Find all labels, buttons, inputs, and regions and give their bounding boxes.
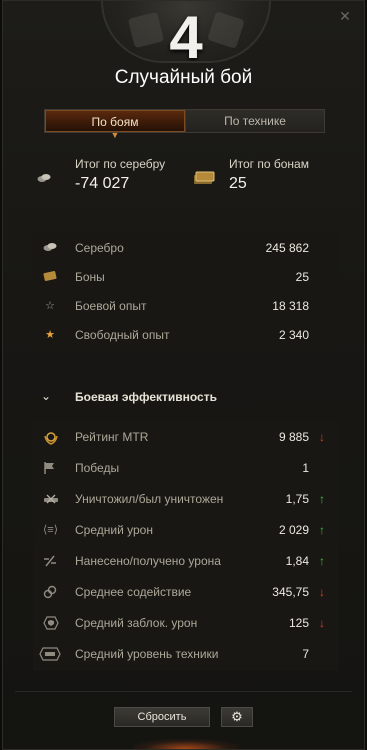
total-bonds-value: 25 [229,175,247,192]
trend-down-icon: ↓ [319,585,325,599]
list-item: Серебро 245 862 [33,239,339,257]
efficiency-value: 1,75 [285,492,309,506]
total-bonds: Итог по бонам 25 [193,157,337,197]
efficiency-label: Среднее содействие [75,585,192,599]
list-item: Рейтинг MTR 9 885 ↓ [33,428,339,446]
flag-icon [43,461,57,475]
total-silver-label: Итог по серебру [75,157,166,171]
economy-value: 245 862 [265,241,309,255]
bonds-stack-icon [193,169,215,185]
star-outline-icon: ☆ [45,300,55,312]
efficiency-value: 2 029 [278,523,309,537]
efficiency-label: Средний заблок. урон [75,616,198,630]
efficiency-value: 1 [302,461,309,475]
trend-up-icon: ↑ [319,523,325,537]
efficiency-label: Нанесено/получено урона [75,554,221,568]
economy-list: Серебро 245 862 Боны 25 ☆ Боевой опыт 18… [33,233,339,355]
tab-label: По технике [224,114,286,128]
efficiency-value: 7 [302,647,309,661]
divider [15,691,352,692]
list-item: Средний заблок. урон 125 ↓ [33,614,339,632]
bottom-glow [133,739,239,749]
damage-icon: ⟨≡⟩ [43,524,59,536]
total-silver-value: -74 027 [75,175,130,192]
economy-label: Боевой опыт [75,299,147,313]
economy-label: Боны [75,270,105,284]
battle-count: 4 [169,4,203,63]
bond-icon [43,270,57,284]
tier-icon [39,647,61,661]
shield-icon [43,616,59,630]
efficiency-value: 1,84 [285,554,309,568]
trend-down-icon: ↓ [319,616,325,630]
chevron-down-icon: ⌄ [41,389,52,403]
economy-label: Серебро [75,241,124,255]
list-item: Нанесено/получено урона 1,84 ↑ [33,552,339,570]
economy-label: Свободный опыт [75,328,170,342]
battle-count-emblem: 4 [101,1,271,63]
session-stats-panel: 4 ✕ Случайный бой По боям ▼ По технике И… [2,0,365,750]
efficiency-value: 9 885 [278,430,309,444]
efficiency-value: 345,75 [272,585,309,599]
list-item: Средний уровень техники 7 [33,645,339,663]
efficiency-list: Рейтинг MTR 9 885 ↓ Победы 1 Уничтожил/б… [33,421,339,671]
totals-section: Итог по серебру -74 027 Итог по бонам 25 [37,157,337,197]
efficiency-label: Уничтожил/был уничтожен [75,492,224,506]
economy-value: 18 318 [272,299,309,313]
assist-icon [43,585,57,599]
silver-icon [37,173,51,183]
efficiency-label: Средний уровень техники [75,647,219,661]
trend-down-icon: ↓ [319,430,325,444]
tab-bar: По боям ▼ По технике [44,109,325,140]
star-gold-icon: ★ [45,329,55,341]
efficiency-title: Боевая эффективность [75,390,217,404]
reset-button[interactable]: Сбросить [114,707,210,727]
destroyed-ratio-icon [43,492,58,506]
tab-by-battles[interactable]: По боям ▼ [45,110,185,140]
list-item: ⟨≡⟩ Средний урон 2 029 ↑ [33,521,339,539]
tab-by-vehicles[interactable]: По технике [185,110,324,132]
total-bonds-label: Итог по бонам [229,157,309,171]
settings-button[interactable]: ⚙ [221,707,253,727]
tab-label: По боям [91,115,139,129]
page-title: Случайный бой [114,67,253,88]
list-item: ★ Свободный опыт 2 340 [33,326,339,344]
list-item: Победы 1 [33,459,339,477]
chevron-down-icon: ▼ [110,130,120,140]
damage-ratio-icon [43,554,57,568]
efficiency-label: Рейтинг MTR [75,430,149,444]
list-item: ☆ Боевой опыт 18 318 [33,297,339,315]
trend-up-icon: ↑ [319,492,325,506]
close-icon[interactable]: ✕ [338,9,352,23]
trend-up-icon: ↑ [319,554,325,568]
list-item: Боны 25 [33,268,339,286]
silver-icon [43,241,57,255]
efficiency-label: Средний урон [75,523,153,537]
list-item: Среднее содействие 345,75 ↓ [33,583,339,601]
economy-value: 25 [295,270,309,284]
laurel-rating-icon [43,430,58,445]
economy-value: 2 340 [278,328,309,342]
efficiency-value: 125 [288,616,309,630]
total-silver: Итог по серебру -74 027 [37,157,187,197]
list-item: Уничтожил/был уничтожен 1,75 ↑ [33,490,339,508]
efficiency-toggle[interactable]: ⌄ Боевая эффективность [41,389,321,407]
gear-icon: ⚙ [231,709,243,724]
efficiency-label: Победы [75,461,120,475]
